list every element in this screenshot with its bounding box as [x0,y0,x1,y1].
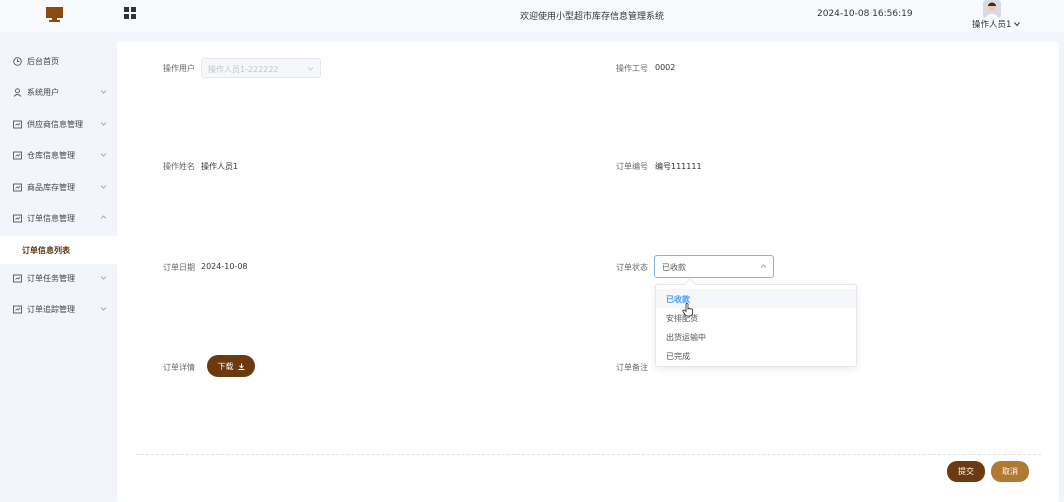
order-form-panel: 操作用户 操作人员1-222222 操作工号 0002 操作姓名 操作人员1 订… [117,41,1059,502]
submit-button[interactable]: 提交 [947,461,985,482]
board-icon [13,274,22,282]
sidebar-item-home[interactable]: 后台首页 [0,49,117,73]
operator-no-value: 0002 [655,63,676,72]
dropdown-arrow [684,278,696,290]
avatar-icon [983,0,1001,18]
chevron-up-icon [100,215,107,219]
board-icon [13,214,22,222]
order-status-select[interactable]: 已收款 [654,255,774,278]
sidebar-item-order-task[interactable]: 订单任务管理 [0,266,117,290]
page-title: 欢迎使用小型超市库存信息管理系统 [520,12,665,22]
order-status-value: 已收款 [662,263,686,272]
hand-pointer-icon [682,303,693,317]
chevron-down-icon [100,307,107,311]
sidebar-item-label: 系统用户 [27,87,59,97]
board-icon [13,151,22,159]
chevron-up-icon [760,264,767,268]
chevron-down-icon [100,90,107,94]
sidebar-item-label: 后台首页 [27,56,59,66]
order-date-value: 2024-10-08 [201,262,248,271]
monitor-logo-icon [46,7,63,22]
order-date-label: 订单日期 [163,263,195,272]
board-icon [13,305,22,313]
order-no-value: 编号111111 [655,162,702,171]
sidebar-item-label: 订单信息管理 [27,213,75,223]
sidebar-item-warehouse[interactable]: 仓库信息管理 [0,143,117,167]
chevron-down-icon [1014,22,1021,27]
sidebar: 后台首页 系统用户 供应商信息管理 仓库信息管理 商品库存管理 订单信息管理 订… [0,32,117,502]
order-no-label: 订单编号 [616,162,648,171]
cancel-button[interactable]: 取消 [991,461,1029,482]
sidebar-subitem-order-list[interactable]: 订单信息列表 [0,236,117,264]
sidebar-item-order-info[interactable]: 订单信息管理 [0,206,117,230]
operator-name-value: 操作人员1 [201,162,239,171]
board-icon [13,120,22,128]
operator-user-select: 操作人员1-222222 [201,58,321,78]
clock-icon [13,56,22,66]
user-menu[interactable]: 操作人员1 [972,18,1021,30]
grid-menu-icon[interactable] [124,7,136,19]
order-status-label: 订单状态 [616,263,648,272]
user-icon [13,87,22,97]
avatar[interactable] [983,0,1001,18]
chevron-down-icon [100,153,107,157]
user-name-label: 操作人员1 [972,20,1012,30]
sidebar-item-label: 仓库信息管理 [27,150,75,160]
sidebar-item-label: 供应商信息管理 [27,119,83,129]
divider [136,454,1041,455]
order-remark-label: 订单备注 [616,363,648,372]
chevron-down-icon [100,122,107,126]
operator-user-label: 操作用户 [163,64,195,73]
chevron-down-icon [100,185,107,189]
operator-no-label: 操作工号 [616,64,648,73]
sidebar-item-system-users[interactable]: 系统用户 [0,80,117,104]
chevron-down-icon [307,67,314,71]
operator-user-value: 操作人员1-222222 [208,65,279,74]
sidebar-item-inventory[interactable]: 商品库存管理 [0,175,117,199]
datetime-display: 2024-10-08 16:56:19 [817,9,913,19]
top-bar: 欢迎使用小型超市库存信息管理系统 2024-10-08 16:56:19 操作人… [0,0,1064,32]
status-option[interactable]: 已完成 [656,346,856,365]
sidebar-item-label: 商品库存管理 [27,182,75,192]
sidebar-item-label: 订单追踪管理 [27,304,75,314]
status-option[interactable]: 出货运输中 [656,327,856,346]
operator-name-label: 操作姓名 [163,162,195,171]
order-status-dropdown: 已收款 安排配货 出货运输中 已完成 [655,278,857,367]
chevron-down-icon [100,276,107,280]
order-detail-label: 订单详情 [163,363,195,372]
download-label: 下载 [217,361,234,371]
sidebar-item-label: 订单任务管理 [27,273,75,283]
sidebar-item-order-tracking[interactable]: 订单追踪管理 [0,297,117,321]
sidebar-item-supplier[interactable]: 供应商信息管理 [0,112,117,136]
download-icon [238,363,244,370]
board-icon [13,183,22,191]
download-button[interactable]: 下载 [207,355,255,377]
